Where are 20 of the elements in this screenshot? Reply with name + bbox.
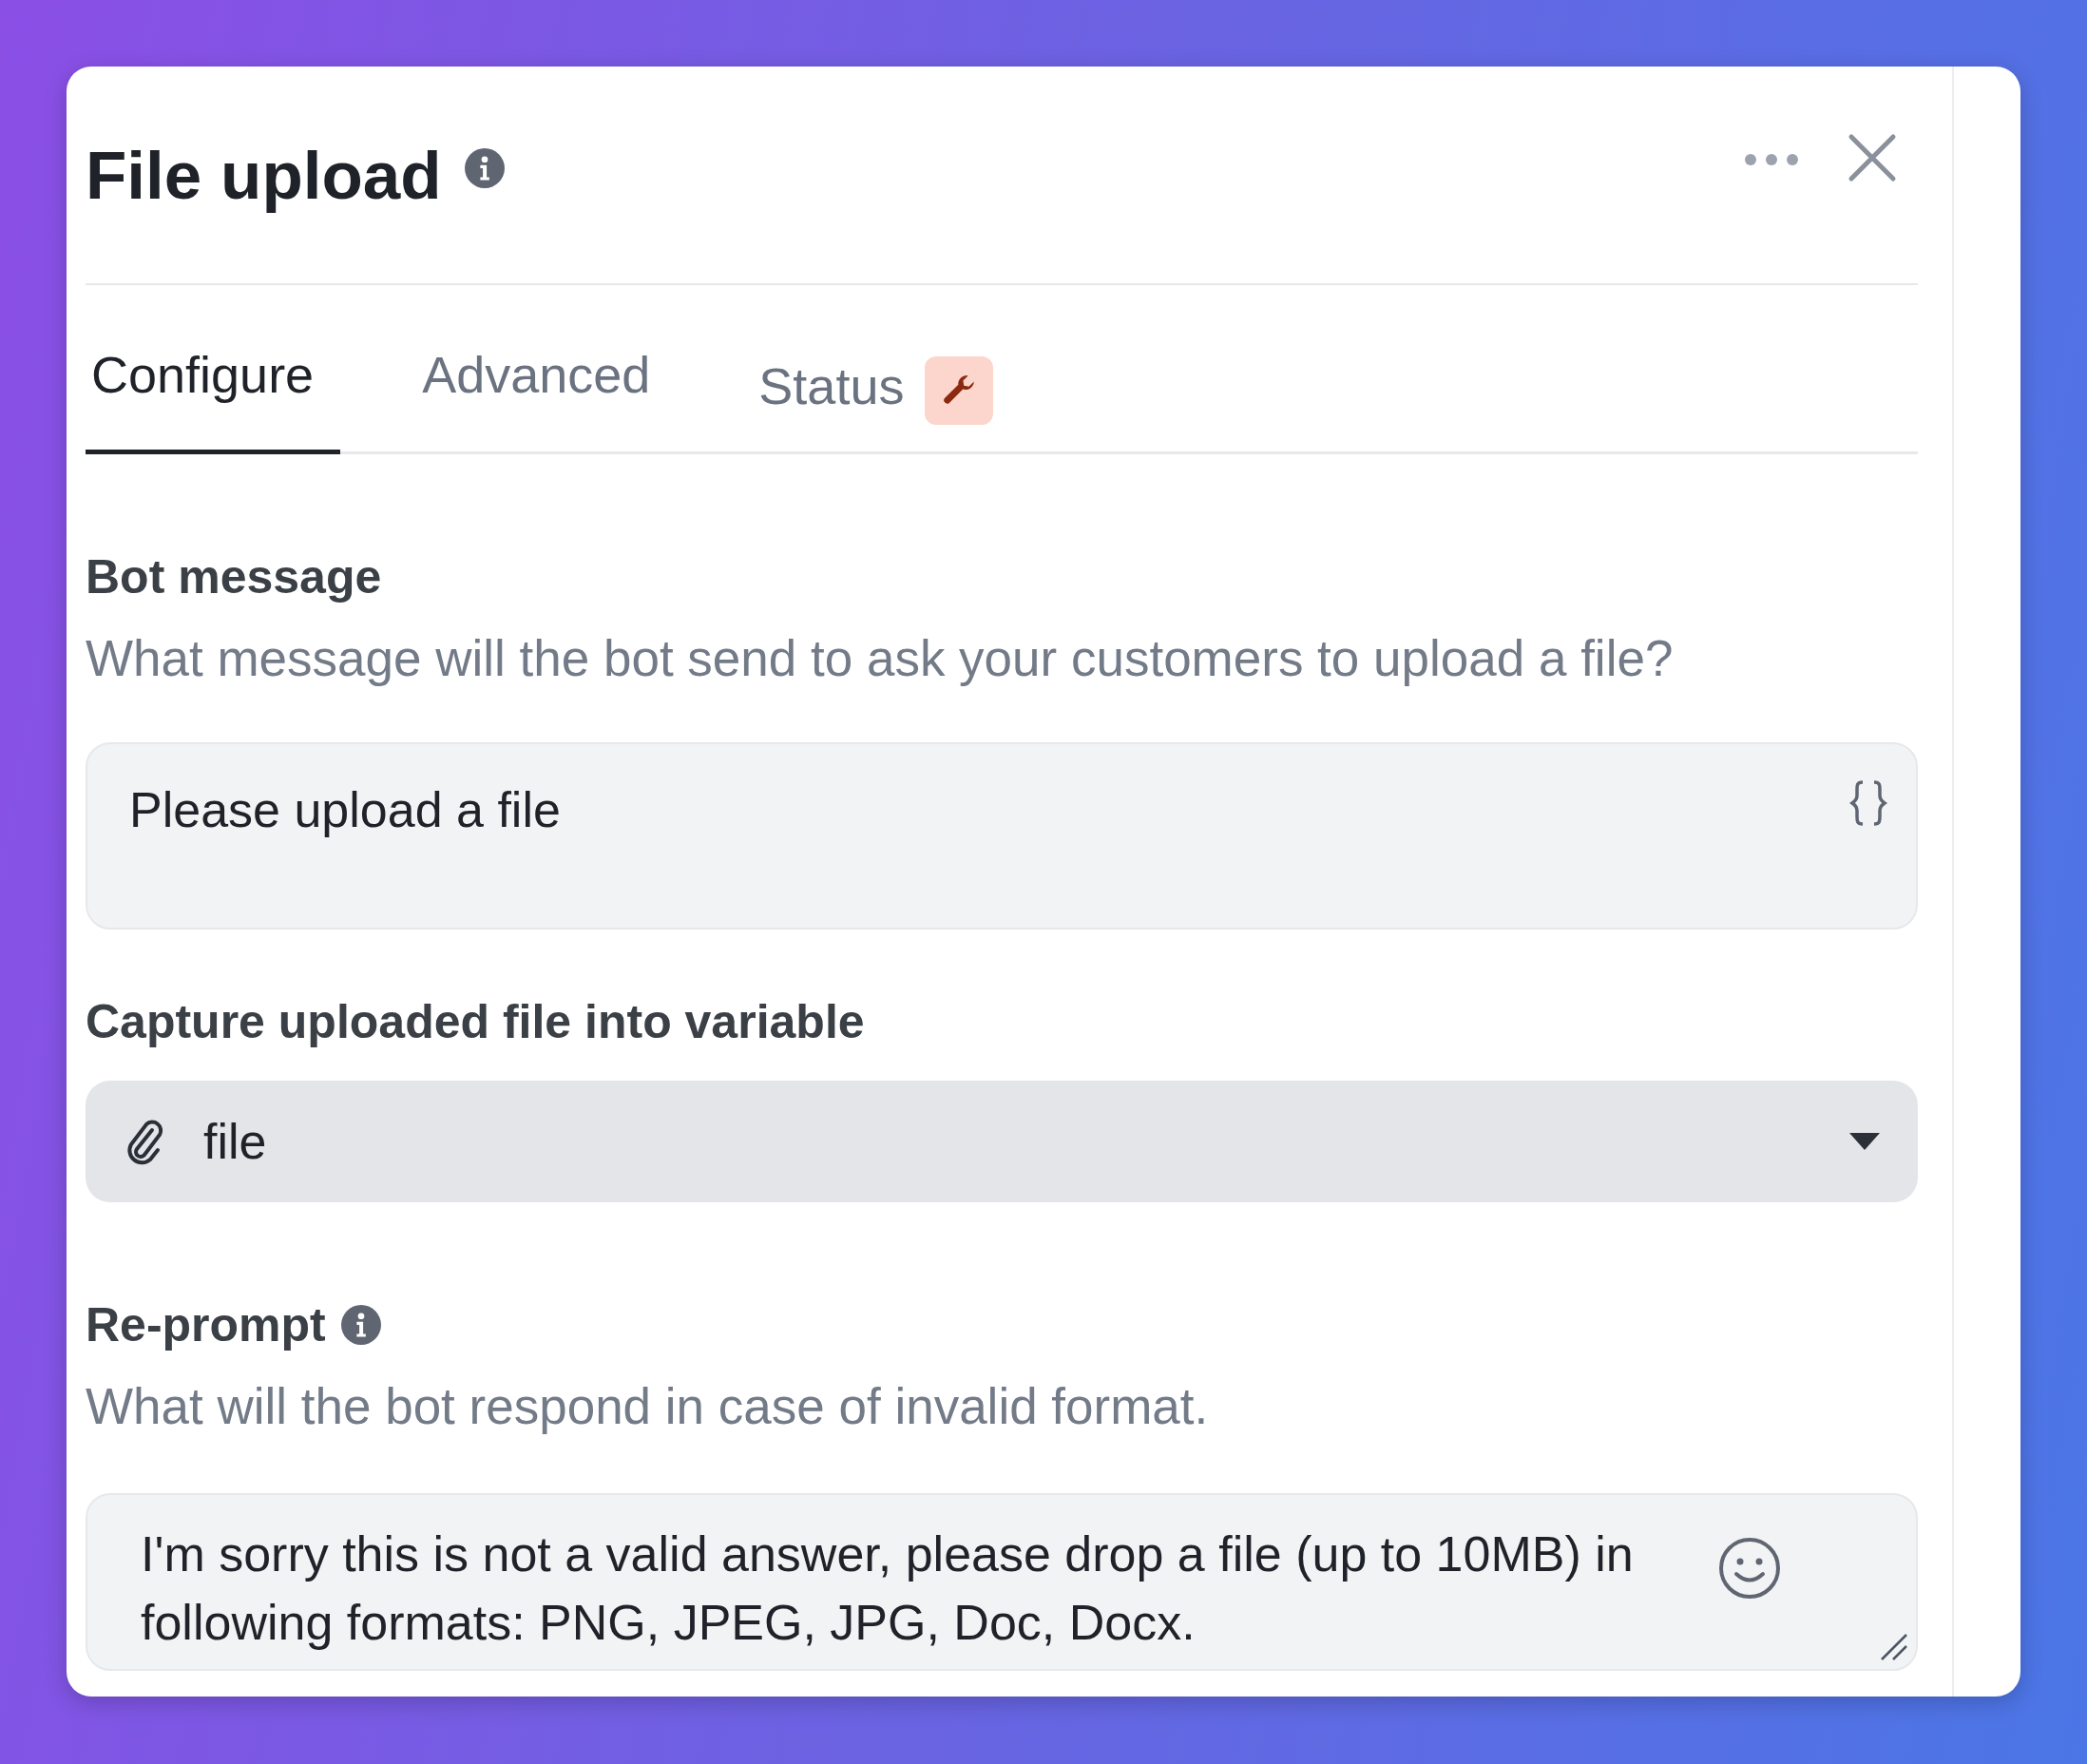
resize-handle-icon [1880,1633,1908,1661]
field-label: Re-prompt [86,1296,326,1353]
field-description: What will the bot respond in case of invalid format. [86,1376,1210,1436]
tab[interactable]: Advanced [416,336,678,454]
smiley-icon [1718,1537,1781,1600]
braces-icon [1849,777,1887,828]
tab[interactable]: Configure [86,336,341,454]
field-description: What message will the bot send to ask your customers to upload a file? [86,629,1675,688]
field-label: Bot message [86,549,382,605]
variable-select[interactable]: file [86,1080,1918,1202]
answer-field[interactable]: I'm sorry this is not a valid answer, please drop a file (up to 10MB) in following formats: PNG, JPEG, JPG, Doc, Docx. [86,1493,1918,1671]
field-value: I'm sorry this is not a valid answer, please drop a file (up to 10MB) in following formats: PNG, JPEG, JPG, Doc, Docx. [141,1525,1635,1652]
message-field[interactable]: Please upload a file [86,741,1918,930]
field-label: Capture uploaded file into variable [86,993,865,1050]
tab[interactable]: Status [753,348,1021,454]
close-icon[interactable] [1848,133,1897,182]
field-value: file [203,1112,268,1171]
caret-icon [1849,1132,1880,1150]
field-value: Please upload a file [129,780,562,839]
dialog-title: File upload [86,137,442,215]
